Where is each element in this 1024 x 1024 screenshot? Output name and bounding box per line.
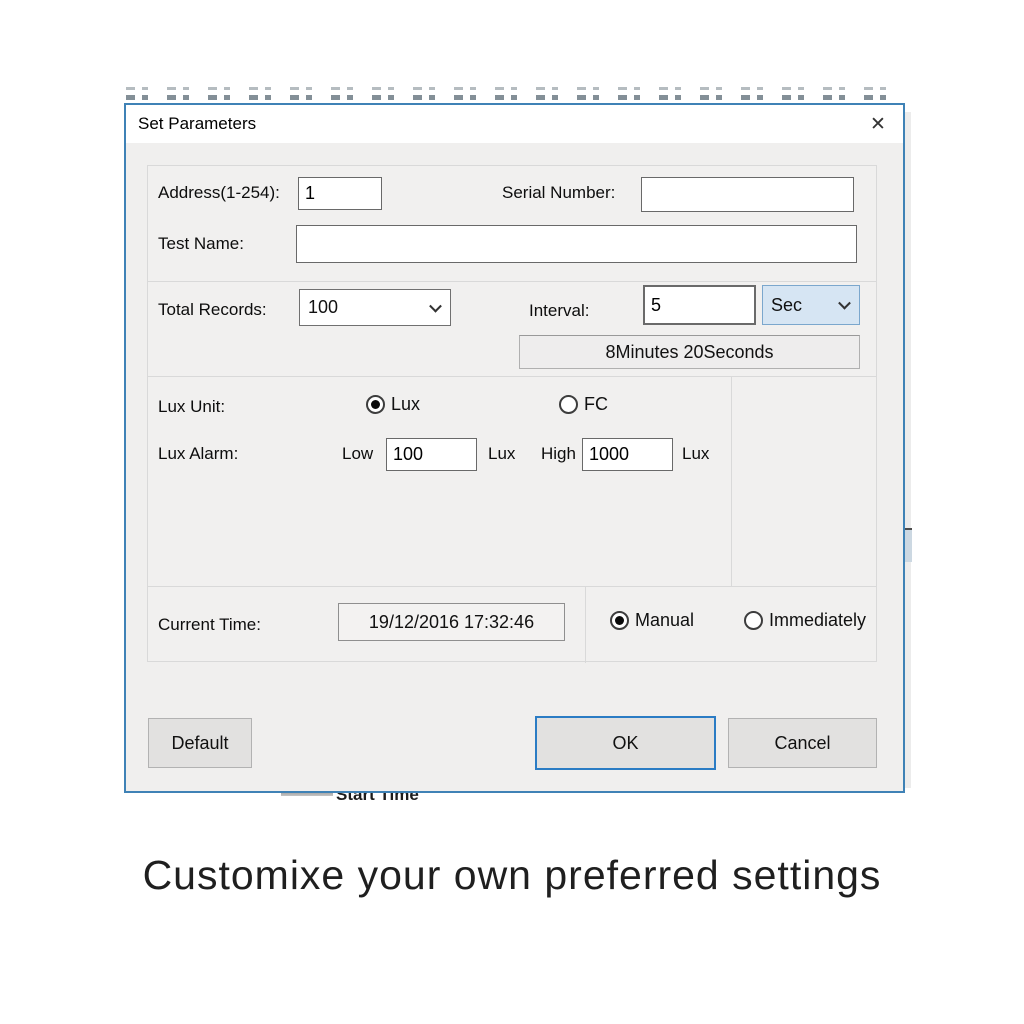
fc-radio[interactable]: FC (559, 394, 608, 415)
lux-alarm-high-input[interactable] (582, 438, 673, 471)
lux-alarm-label: Lux Alarm: (158, 444, 238, 464)
dialog-title: Set Parameters (138, 114, 256, 134)
default-button[interactable]: Default (148, 718, 252, 768)
dialog-titlebar: Set Parameters ✕ (126, 105, 903, 143)
background-clipped-text: Start Time (336, 792, 456, 801)
manual-radio[interactable]: Manual (610, 610, 694, 631)
serial-number-input[interactable] (641, 177, 854, 212)
current-time-display: 19/12/2016 17:32:46 (338, 603, 565, 641)
lux-radio[interactable]: Lux (366, 394, 420, 415)
total-records-value: 100 (308, 297, 338, 318)
low-unit-label: Lux (488, 444, 515, 464)
lux-radio-label: Lux (391, 394, 420, 415)
radio-icon (744, 611, 763, 630)
lux-unit-label: Lux Unit: (158, 397, 225, 417)
test-name-input[interactable] (296, 225, 857, 263)
parameters-group: Address(1-254): Serial Number: Test Name… (147, 165, 877, 662)
interval-unit-value: Sec (771, 295, 802, 316)
close-icon[interactable]: ✕ (863, 109, 893, 139)
duration-display: 8Minutes 20Seconds (519, 335, 860, 369)
serial-number-label: Serial Number: (502, 183, 615, 203)
chevron-down-icon (838, 297, 851, 310)
test-name-label: Test Name: (158, 234, 244, 254)
ok-button[interactable]: OK (535, 716, 716, 770)
set-parameters-dialog: Set Parameters ✕ Address(1-254): Serial … (124, 103, 905, 793)
high-unit-label: Lux (682, 444, 709, 464)
manual-radio-label: Manual (635, 610, 694, 631)
interval-unit-combobox[interactable]: Sec (762, 285, 860, 325)
background-scrollbar-track (905, 112, 911, 788)
immediately-radio[interactable]: Immediately (744, 610, 866, 631)
immediately-radio-label: Immediately (769, 610, 866, 631)
total-records-label: Total Records: (158, 300, 267, 320)
radio-icon (366, 395, 385, 414)
interval-label: Interval: (529, 301, 589, 321)
radio-icon (559, 395, 578, 414)
high-label: High (541, 444, 576, 464)
interval-input[interactable] (643, 285, 756, 325)
background-window-artifact-top (126, 87, 896, 90)
total-records-combobox[interactable]: 100 (299, 289, 451, 326)
divider (148, 281, 876, 282)
fc-radio-label: FC (584, 394, 608, 415)
background-window-artifact-top2 (126, 95, 896, 100)
cancel-button[interactable]: Cancel (728, 718, 877, 768)
divider (585, 586, 586, 663)
chevron-down-icon (429, 299, 442, 312)
address-label: Address(1-254): (158, 183, 280, 203)
divider (731, 376, 732, 586)
radio-icon (610, 611, 629, 630)
duration-text: 8Minutes 20Seconds (605, 342, 773, 363)
address-input[interactable] (298, 177, 382, 210)
background-clipped-label: Start Time (336, 792, 456, 801)
divider (148, 376, 876, 377)
lux-alarm-low-input[interactable] (386, 438, 477, 471)
page: Start Time Set Parameters ✕ Address(1-25… (0, 0, 1024, 1024)
current-time-label: Current Time: (158, 615, 261, 635)
divider (148, 586, 876, 587)
low-label: Low (342, 444, 373, 464)
caption-text: Customixe your own preferred settings (0, 852, 1024, 899)
current-time-value: 19/12/2016 17:32:46 (369, 612, 534, 633)
